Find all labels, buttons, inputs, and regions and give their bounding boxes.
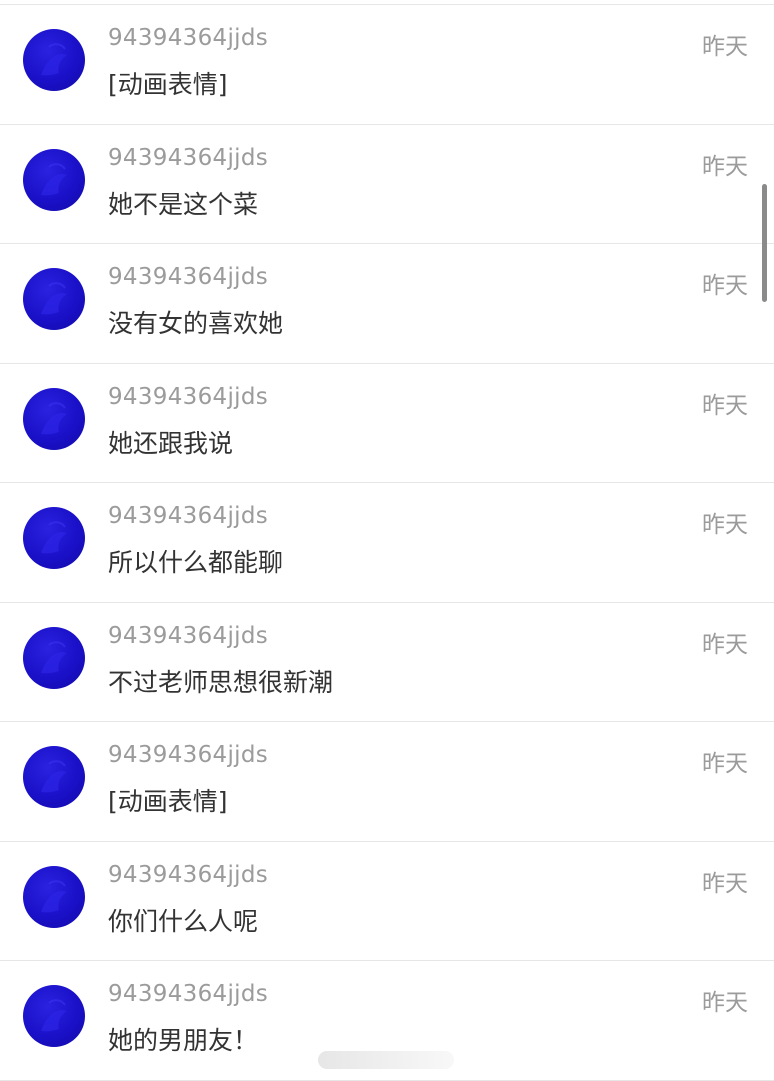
list-item[interactable]: 94394364jjds 不过老师思想很新潮 昨天 — [0, 603, 774, 722]
avatar[interactable] — [23, 268, 85, 330]
sender-name: 94394364jjds — [108, 383, 269, 410]
message-text: 没有女的喜欢她 — [108, 309, 284, 338]
avatar-icon — [41, 760, 67, 793]
message-list[interactable]: 94394364jjds [动画表情] 昨天 94394364jjds 她不是这… — [0, 4, 774, 1081]
list-item[interactable]: 94394364jjds 没有女的喜欢她 昨天 — [0, 244, 774, 364]
timestamp: 昨天 — [702, 512, 748, 538]
avatar-icon — [41, 162, 67, 195]
avatar[interactable] — [23, 148, 85, 211]
list-item[interactable]: 94394364jjds [动画表情] 昨天 — [0, 722, 774, 842]
message-text: 所以什么都能聊 — [108, 548, 284, 577]
avatar-icon — [41, 401, 67, 434]
list-item[interactable]: 94394364jjds 她还跟我说 昨天 — [0, 364, 774, 483]
avatar-icon — [41, 43, 67, 76]
message-text: 不过老师思想很新潮 — [108, 667, 334, 697]
timestamp: 昨天 — [702, 273, 748, 299]
avatar[interactable] — [23, 865, 85, 928]
timestamp: 昨天 — [702, 631, 748, 658]
avatar[interactable] — [23, 746, 85, 808]
sender-name: 94394364jjds — [108, 144, 269, 171]
message-text: 你们什么人呢 — [108, 906, 259, 936]
timestamp: 昨天 — [702, 153, 748, 180]
avatar-icon — [41, 640, 67, 673]
list-item[interactable]: 94394364jjds 她不是这个菜 昨天 — [0, 125, 774, 244]
timestamp: 昨天 — [702, 870, 748, 897]
avatar[interactable] — [23, 626, 85, 689]
timestamp: 昨天 — [702, 34, 748, 60]
list-item[interactable]: 94394364jjds 所以什么都能聊 昨天 — [0, 483, 774, 603]
avatar-icon — [41, 879, 67, 912]
message-text: [动画表情] — [108, 787, 228, 816]
sender-name: 94394364jjds — [108, 622, 269, 649]
avatar[interactable] — [23, 387, 85, 450]
avatar[interactable] — [23, 985, 85, 1047]
sender-name: 94394364jjds — [108, 25, 269, 51]
timestamp: 昨天 — [702, 990, 748, 1016]
timestamp: 昨天 — [702, 392, 748, 419]
avatar[interactable] — [23, 507, 85, 569]
list-item[interactable]: 94394364jjds 你们什么人呢 昨天 — [0, 842, 774, 961]
message-text: [动画表情] — [108, 70, 228, 99]
timestamp: 昨天 — [702, 751, 748, 777]
message-text: 她的男朋友！ — [108, 1026, 259, 1055]
scrollbar[interactable] — [762, 184, 767, 302]
sender-name: 94394364jjds — [108, 503, 269, 529]
sender-name: 94394364jjds — [108, 861, 269, 888]
message-text: 她不是这个菜 — [108, 189, 259, 219]
avatar[interactable] — [23, 29, 85, 91]
sender-name: 94394364jjds — [108, 264, 269, 290]
avatar-icon — [41, 282, 67, 315]
sender-name: 94394364jjds — [108, 981, 269, 1007]
message-text: 她还跟我说 — [108, 428, 234, 458]
sender-name: 94394364jjds — [108, 742, 269, 768]
list-item[interactable]: 94394364jjds [动画表情] 昨天 — [0, 5, 774, 125]
avatar-icon — [41, 521, 67, 554]
home-indicator[interactable] — [318, 1051, 454, 1069]
avatar-icon — [41, 999, 67, 1032]
